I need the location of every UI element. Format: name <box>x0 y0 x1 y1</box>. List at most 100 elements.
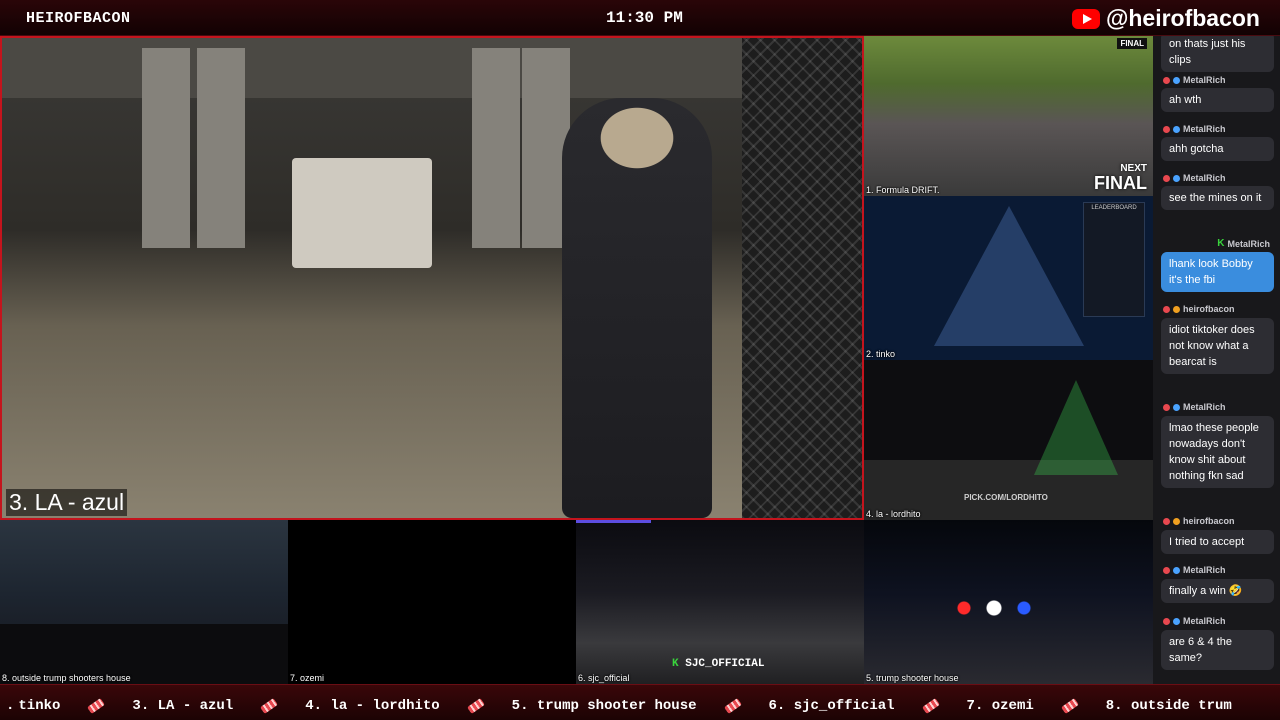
chat-username: MetalRich <box>1163 173 1226 183</box>
chat-user: MetalRich <box>1227 238 1270 249</box>
ticker-item: 3. LA - azul <box>132 698 234 714</box>
ticker-item: tinko <box>18 698 61 714</box>
shield-icon <box>1173 174 1180 182</box>
chat-user: MetalRich <box>1183 402 1226 412</box>
plinko-overlay <box>1034 380 1118 475</box>
chat-user: heirofbacon <box>1183 516 1235 526</box>
chat-user: MetalRich <box>1183 565 1226 575</box>
bottom-ticker: . tinko 3. LA - azul 4. la - lordhito 5.… <box>0 684 1280 720</box>
scene-ceiling <box>2 38 862 98</box>
scene-pillar <box>197 48 245 248</box>
ticker-prefix: . <box>6 698 15 714</box>
youtube-handle-text: @heirofbacon <box>1105 5 1260 31</box>
chat-text: ah wth <box>1161 88 1274 112</box>
chat-username: MetalRich <box>1163 616 1226 626</box>
plinko-board <box>934 206 1084 346</box>
chat-user: MetalRich <box>1183 616 1226 626</box>
main-feed-label: 3. LA - azul <box>6 489 128 516</box>
ticker-item: 6. sjc_official <box>768 698 895 714</box>
chat-text: finally a win 🤣 <box>1161 579 1274 603</box>
scene-pillar <box>472 48 520 248</box>
chat-user: MetalRich <box>1183 124 1226 134</box>
stream-watermark: PICK.COM/LORDHITO <box>964 493 1048 502</box>
feed-ozemi[interactable]: 7. ozemi <box>288 520 576 684</box>
chat-text: lmao these people nowadays don't know sh… <box>1161 416 1274 488</box>
scene-person <box>562 98 712 518</box>
chat-panel[interactable]: on thats just his clips MetalRich ah wth… <box>1153 36 1280 684</box>
crown-icon <box>1173 305 1180 313</box>
ticker-item: 4. la - lordhito <box>305 698 440 714</box>
ticker-item: 5. trump shooter house <box>511 698 697 714</box>
bacon-icon <box>723 698 742 714</box>
bacon-icon <box>466 698 485 714</box>
leaderboard-title: LEADERBOARD <box>1091 205 1137 211</box>
crown-icon <box>1173 517 1180 525</box>
feed-outside-trump-shooters-house[interactable]: 8. outside trump shooters house <box>0 520 288 684</box>
feed-trump-shooter-house[interactable]: 5. trump shooter house <box>864 520 1153 684</box>
police-lights <box>954 598 1034 618</box>
chat-username: K MetalRich <box>1217 238 1270 249</box>
chat-text: see the mines on it <box>1161 186 1274 210</box>
chat-text: are 6 & 4 the same? <box>1161 630 1274 670</box>
bacon-icon <box>1163 125 1170 133</box>
leaderboard-panel: LEADERBOARD <box>1083 202 1145 317</box>
bacon-icon <box>1163 76 1170 84</box>
bacon-icon <box>1163 174 1170 182</box>
final-badge: FINAL <box>1117 38 1147 49</box>
scene-pillar <box>142 48 190 248</box>
chat-text: lhank look Bobby it's the fbi <box>1161 252 1274 292</box>
bacon-icon <box>87 698 106 714</box>
shield-icon <box>1173 403 1180 411</box>
ticker-row: . tinko 3. LA - azul 4. la - lordhito 5.… <box>6 698 1232 714</box>
feed-label: 5. trump shooter house <box>866 673 959 683</box>
feed-label: 8. outside trump shooters house <box>2 673 131 683</box>
chat-text: idiot tiktoker does not know what a bear… <box>1161 318 1274 374</box>
youtube-icon <box>1071 8 1100 29</box>
bacon-icon <box>1163 566 1170 574</box>
chat-user: heirofbacon <box>1183 304 1235 314</box>
feed-tinko[interactable]: LEADERBOARD 2. tinko <box>864 196 1153 360</box>
kick-logo: K <box>672 658 679 670</box>
main-video-feed[interactable]: 3. LA - azul <box>0 36 864 520</box>
shield-icon <box>1173 617 1180 625</box>
kick-icon: K <box>1217 238 1225 249</box>
feed-label: 7. ozemi <box>290 673 325 683</box>
chat-text: on thats just his clips <box>1161 36 1274 72</box>
bacon-icon <box>1163 617 1170 625</box>
chat-user: MetalRich <box>1183 75 1226 85</box>
badge-line-2: FINAL <box>1094 173 1147 193</box>
bacon-icon <box>1163 517 1170 525</box>
feed-label: 1. Formula DRIFT. <box>866 185 940 195</box>
chat-username: MetalRich <box>1163 565 1226 575</box>
bacon-icon <box>1163 403 1170 411</box>
feed-lordhito[interactable]: PICK.COM/LORDHITO 4. la - lordhito <box>864 360 1153 520</box>
feed-label: 6. sjc_official <box>578 673 630 683</box>
chat-username: heirofbacon <box>1163 304 1235 314</box>
scene-vehicle <box>292 158 432 268</box>
bacon-icon <box>260 698 279 714</box>
bacon-icon <box>1060 698 1079 714</box>
channel-name: HEIROFBACON <box>26 10 131 27</box>
sjc-overlay: K SJC_OFFICIAL <box>672 658 764 670</box>
ticker-item: 8. outside trum <box>1105 698 1232 714</box>
bacon-icon <box>921 698 940 714</box>
youtube-handle[interactable]: @heirofbacon <box>1071 5 1260 32</box>
sjc-overlay-text: SJC_OFFICIAL <box>685 658 765 670</box>
chat-username: MetalRich <box>1163 402 1226 412</box>
top-bar: HEIROFBACON 11:30 PM @heirofbacon <box>0 0 1280 36</box>
shield-icon <box>1173 125 1180 133</box>
feed-sjc-official[interactable]: K SJC_OFFICIAL 6. sjc_official <box>576 520 864 684</box>
progress-bar <box>576 520 651 523</box>
scene-fence <box>742 38 862 518</box>
chat-text: ahh gotcha <box>1161 137 1274 161</box>
clock: 11:30 PM <box>606 9 683 27</box>
chat-username: heirofbacon <box>1163 516 1235 526</box>
shield-icon <box>1173 76 1180 84</box>
chat-text: I tried to accept <box>1161 530 1274 554</box>
feed-label: 4. la - lordhito <box>866 509 921 519</box>
feed-label: 2. tinko <box>866 349 896 359</box>
bacon-icon <box>1163 305 1170 313</box>
chat-user: MetalRich <box>1183 173 1226 183</box>
ticker-item: 7. ozemi <box>966 698 1034 714</box>
feed-formula-drift[interactable]: FINAL NEXT FINAL 1. Formula DRIFT. <box>864 36 1153 196</box>
